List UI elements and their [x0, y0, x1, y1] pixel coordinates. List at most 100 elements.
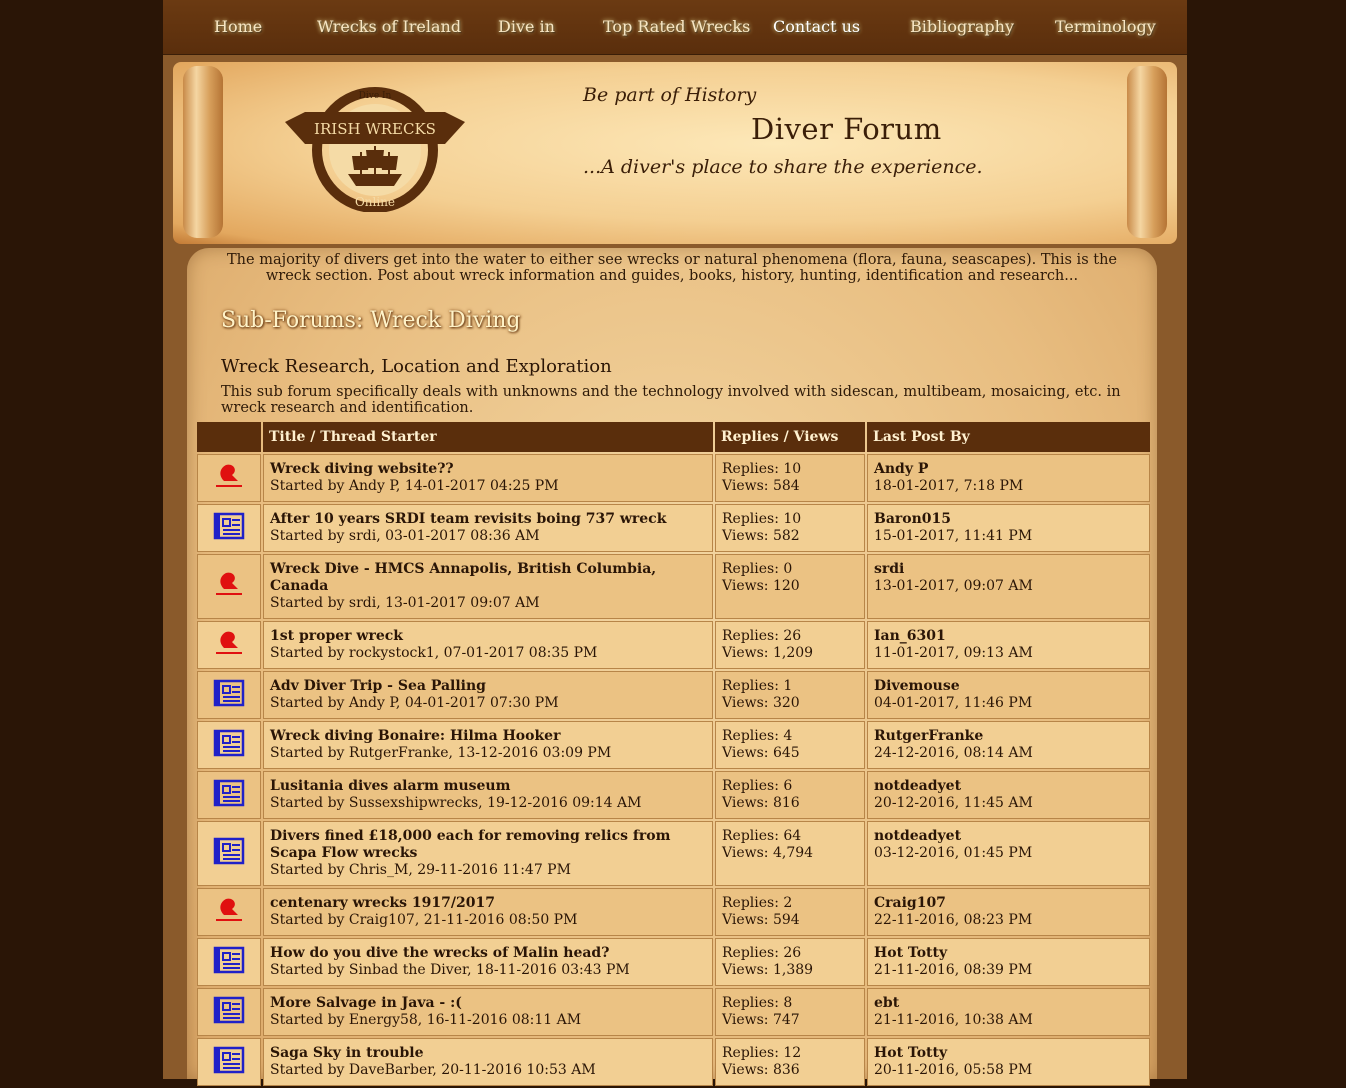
last-post-user-link[interactable]: Andy P — [874, 461, 1143, 478]
views-count: Views: 836 — [722, 1062, 800, 1078]
thread-starter: Started by Andy P, 14-01-2017 04:25 PM — [270, 478, 559, 494]
replies-views-cell: Replies: 26 Views: 1,209 — [715, 621, 865, 669]
replies-views-cell: Replies: 0 Views: 120 — [715, 554, 865, 619]
thread-title-cell: Wreck diving Bonaire: Hilma Hooker Starte… — [263, 721, 713, 769]
thread-icon — [212, 679, 246, 714]
replies-count: Replies: 12 — [722, 1045, 802, 1061]
thread-title-link[interactable]: Adv Diver Trip - Sea Palling — [270, 678, 706, 695]
replies-views-cell: Replies: 10 Views: 582 — [715, 504, 865, 552]
thread-title-link[interactable]: Saga Sky in trouble — [270, 1045, 706, 1062]
thread-status-cell — [197, 888, 261, 936]
thread-title-link[interactable]: After 10 years SRDI team revisits boing … — [270, 511, 706, 528]
last-post-date: 04-01-2017, 11:46 PM — [874, 695, 1033, 711]
thread-title-link[interactable]: Wreck Dive - HMCS Annapolis, British Col… — [270, 561, 706, 595]
thread-starter: Started by Sinbad the Diver, 18-11-2016 … — [270, 962, 630, 978]
nav-bibliography[interactable]: Bibliography — [910, 14, 1014, 40]
views-count: Views: 1,389 — [722, 962, 814, 978]
table-row: After 10 years SRDI team revisits boing … — [197, 504, 1150, 552]
table-row: 1st proper wreck Started by rockystock1, … — [197, 621, 1150, 669]
last-post-cell: srdi 13-01-2017, 09:07 AM — [867, 554, 1150, 619]
last-post-date: 03-12-2016, 01:45 PM — [874, 845, 1033, 861]
thread-title-link[interactable]: Divers fined £18,000 each for removing r… — [270, 828, 706, 862]
hot-thread-icon — [212, 631, 246, 664]
replies-views-cell: Replies: 8 Views: 747 — [715, 988, 865, 1036]
thread-status-cell — [197, 988, 261, 1036]
last-post-user-link[interactable]: RutgerFranke — [874, 728, 1143, 745]
nav-terminology[interactable]: Terminology — [1055, 14, 1156, 40]
replies-count: Replies: 26 — [722, 628, 802, 644]
thread-title-link[interactable]: More Salvage in Java - :( — [270, 995, 706, 1012]
header-last-post[interactable]: Last Post By — [867, 422, 1150, 452]
forum-title[interactable]: Wreck Research, Location and Exploration — [221, 356, 612, 377]
last-post-user-link[interactable]: Hot Totty — [874, 1045, 1143, 1062]
thread-title-cell: Adv Diver Trip - Sea Palling Started by A… — [263, 671, 713, 719]
replies-count: Replies: 4 — [722, 728, 793, 744]
thread-starter: Started by Andy P, 04-01-2017 07:30 PM — [270, 695, 559, 711]
views-count: Views: 4,794 — [722, 845, 814, 861]
thread-icon — [212, 729, 246, 764]
last-post-cell: ebt 21-11-2016, 10:38 AM — [867, 988, 1150, 1036]
last-post-user-link[interactable]: notdeadyet — [874, 778, 1143, 795]
header-title[interactable]: Title / Thread Starter — [263, 422, 713, 452]
last-post-date: 15-01-2017, 11:41 PM — [874, 528, 1033, 544]
table-row: More Salvage in Java - :(Started by Ener… — [197, 988, 1150, 1036]
last-post-date: 11-01-2017, 09:13 AM — [874, 645, 1033, 661]
thread-title-link[interactable]: centenary wrecks 1917/2017 — [270, 895, 706, 912]
thread-title-link[interactable]: Lusitania dives alarm museum — [270, 778, 706, 795]
views-count: Views: 320 — [722, 695, 800, 711]
last-post-cell: Baron015 15-01-2017, 11:41 PM — [867, 504, 1150, 552]
nav-wrecks-of-ireland[interactable]: Wrecks of Ireland — [317, 14, 461, 40]
header-replies-views[interactable]: Replies / Views — [715, 422, 865, 452]
last-post-user-link[interactable]: Hot Totty — [874, 945, 1143, 962]
views-count: Views: 594 — [722, 912, 800, 928]
last-post-user-link[interactable]: Craig107 — [874, 895, 1143, 912]
thread-title-link[interactable]: 1st proper wreck — [270, 628, 706, 645]
replies-count: Replies: 8 — [722, 995, 793, 1011]
replies-count: Replies: 26 — [722, 945, 802, 961]
thread-starter: Started by Energy58, 16-11-2016 08:11 AM — [270, 1012, 582, 1028]
last-post-cell: Divemouse 04-01-2017, 11:46 PM — [867, 671, 1150, 719]
replies-views-cell: Replies: 26 Views: 1,389 — [715, 938, 865, 986]
last-post-cell: Andy P 18-01-2017, 7:18 PM — [867, 454, 1150, 502]
views-count: Views: 645 — [722, 745, 800, 761]
replies-views-cell: Replies: 6 Views: 816 — [715, 771, 865, 819]
nav-contact-us[interactable]: Contact us — [773, 14, 860, 40]
table-row: Lusitania dives alarm museum Started by S… — [197, 771, 1150, 819]
last-post-user-link[interactable]: Divemouse — [874, 678, 1143, 695]
last-post-user-link[interactable]: Ian_6301 — [874, 628, 1143, 645]
thread-title-cell: After 10 years SRDI team revisits boing … — [263, 504, 713, 552]
thread-starter: Started by Chris_M, 29-11-2016 11:47 PM — [270, 862, 571, 878]
hot-thread-icon — [212, 898, 246, 931]
table-row: Divers fined £18,000 each for removing r… — [197, 821, 1150, 886]
nav-home[interactable]: Home — [214, 14, 262, 40]
table-row: Wreck Dive - HMCS Annapolis, British Col… — [197, 554, 1150, 619]
last-post-user-link[interactable]: srdi — [874, 561, 1143, 578]
replies-views-cell: Replies: 2 Views: 594 — [715, 888, 865, 936]
thread-title-cell: Divers fined £18,000 each for removing r… — [263, 821, 713, 886]
thread-title-cell: Lusitania dives alarm museum Started by S… — [263, 771, 713, 819]
last-post-date: 21-11-2016, 08:39 PM — [874, 962, 1033, 978]
thread-title-link[interactable]: How do you dive the wrecks of Malin head… — [270, 945, 706, 962]
replies-count: Replies: 2 — [722, 895, 793, 911]
nav-dive-in[interactable]: Dive in — [498, 14, 555, 40]
last-post-user-link[interactable]: ebt — [874, 995, 1143, 1012]
nav-top-rated-wrecks[interactable]: Top Rated Wrecks — [603, 14, 750, 40]
irish-wrecks-logo[interactable]: IRISH WRECKS Dive In Online — [280, 82, 470, 212]
last-post-user-link[interactable]: Baron015 — [874, 511, 1143, 528]
last-post-user-link[interactable]: notdeadyet — [874, 828, 1143, 845]
views-count: Views: 747 — [722, 1012, 800, 1028]
last-post-date: 24-12-2016, 08:14 AM — [874, 745, 1033, 761]
tagline-experience: ...A diver's place to share the experien… — [583, 156, 983, 178]
thread-title-link[interactable]: Wreck diving Bonaire: Hilma Hooker — [270, 728, 706, 745]
scroll-roll-right — [1127, 66, 1167, 238]
thread-title-link[interactable]: Wreck diving website?? — [270, 461, 706, 478]
thread-starter: Started by srdi, 03-01-2017 08:36 AM — [270, 528, 540, 544]
scroll-roll-left — [183, 66, 223, 238]
table-row: Wreck diving website?? Started by Andy P,… — [197, 454, 1150, 502]
last-post-date: 18-01-2017, 7:18 PM — [874, 478, 1024, 494]
last-post-date: 22-11-2016, 08:23 PM — [874, 912, 1033, 928]
svg-text:Online: Online — [355, 195, 395, 209]
thread-status-cell — [197, 671, 261, 719]
thread-starter: Started by srdi, 13-01-2017 09:07 AM — [270, 595, 540, 611]
table-header-row: Title / Thread Starter Replies / Views L… — [197, 422, 1150, 452]
